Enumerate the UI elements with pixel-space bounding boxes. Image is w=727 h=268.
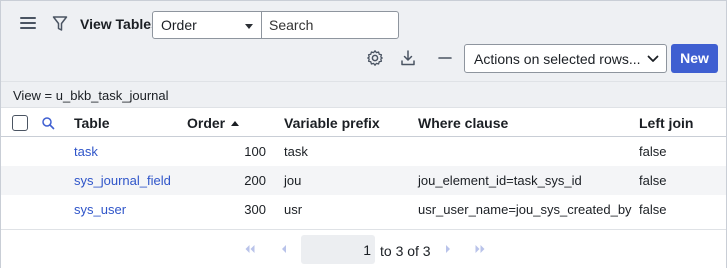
order-select[interactable]: Order: [152, 11, 262, 39]
first-page-icon[interactable]: [243, 243, 257, 255]
prev-page-icon[interactable]: [277, 243, 291, 255]
left-join-value: false: [639, 173, 667, 188]
table-row: sys_journal_field 200 jou jou_element_id…: [1, 166, 726, 195]
select-all-checkbox[interactable]: [12, 115, 28, 131]
left-join-value: false: [639, 144, 667, 159]
table-link[interactable]: sys_user: [74, 202, 126, 217]
page-number-input[interactable]: [301, 235, 375, 264]
chevron-down-icon: [647, 55, 659, 62]
column-header-left-join[interactable]: Left join: [639, 115, 693, 131]
list-title: View Tables: [80, 16, 159, 32]
filter-icon[interactable]: [52, 15, 68, 33]
order-value: 200: [244, 173, 266, 188]
table-row: task 100 task false: [1, 137, 726, 166]
where-clause-value: jou_element_id=task_sys_id: [418, 173, 582, 188]
column-header-where-clause[interactable]: Where clause: [418, 115, 508, 131]
minus-icon[interactable]: [436, 49, 454, 67]
breadcrumb-label[interactable]: View = u_bkb_task_journal: [13, 88, 169, 103]
gear-icon[interactable]: [366, 49, 384, 67]
actions-select[interactable]: Actions on selected rows...: [464, 44, 667, 73]
list-frame: View Tables Order Actions on selected ro…: [0, 0, 727, 268]
variable-prefix-value: usr: [284, 202, 303, 217]
where-clause-value: usr_user_name=jou_sys_created_by: [418, 202, 632, 217]
download-icon[interactable]: [399, 49, 417, 67]
variable-prefix-value: task: [284, 144, 308, 159]
list-header: View Tables Order Actions on selected ro…: [1, 1, 726, 81]
column-header-variable-prefix[interactable]: Variable prefix: [284, 115, 380, 131]
last-page-icon[interactable]: [473, 243, 487, 255]
breadcrumb[interactable]: View = u_bkb_task_journal: [1, 81, 726, 107]
order-value: 300: [244, 202, 266, 217]
order-select-value: Order: [161, 17, 197, 33]
next-page-icon[interactable]: [441, 243, 455, 255]
new-button[interactable]: New: [671, 44, 718, 73]
hamburger-menu-icon[interactable]: [20, 17, 36, 31]
left-join-value: false: [639, 202, 667, 217]
page-range-text: to 3 of 3: [380, 243, 431, 259]
caret-down-icon: [245, 24, 253, 29]
pagination-bar: to 3 of 3: [1, 229, 726, 268]
search-input[interactable]: [261, 11, 399, 39]
column-header-table[interactable]: Table: [74, 115, 110, 131]
variable-prefix-value: jou: [284, 173, 302, 188]
table-header: Table Order Variable prefix Where clause…: [1, 107, 726, 137]
search-icon[interactable]: [41, 116, 55, 130]
table-row: sys_user 300 usr usr_user_name=jou_sys_c…: [1, 195, 726, 224]
actions-select-value: Actions on selected rows...: [474, 51, 641, 67]
table-link[interactable]: task: [74, 144, 98, 159]
column-header-order[interactable]: Order: [187, 115, 240, 131]
table-link[interactable]: sys_journal_field: [74, 173, 171, 188]
column-header-order-label: Order: [187, 115, 226, 131]
sort-ascending-icon: [231, 121, 240, 126]
order-value: 100: [244, 144, 266, 159]
